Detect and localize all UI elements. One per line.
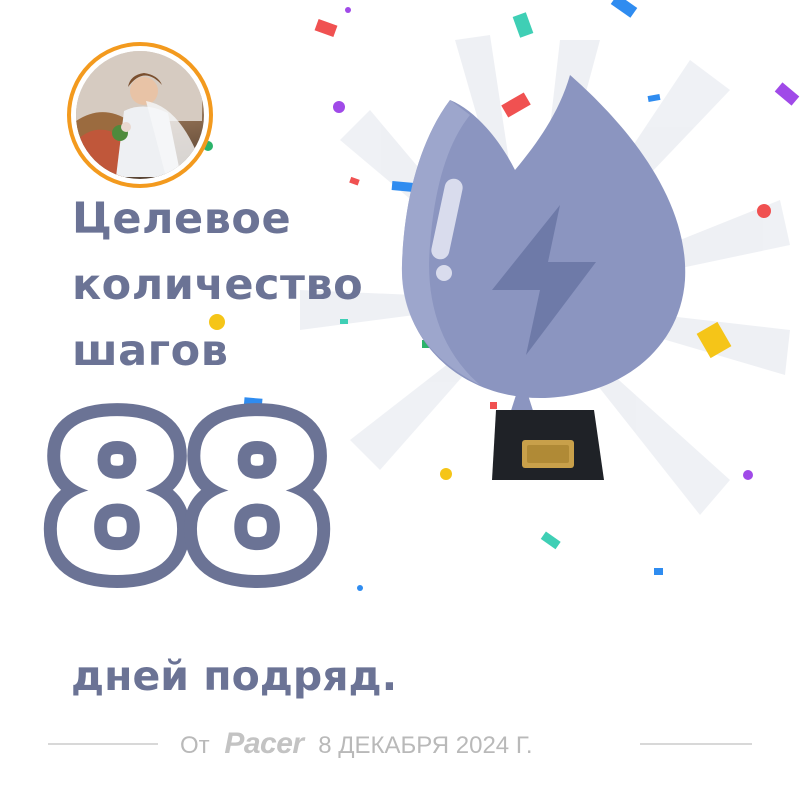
pacer-logo: Pacer [224, 727, 304, 760]
title-line-2: количество [72, 260, 364, 310]
footer-divider-left [48, 743, 158, 745]
footer-date: 8 ДЕКАБРЯ 2024 Г. [318, 732, 533, 759]
goal-title: Целевое количество шагов [72, 186, 363, 384]
footer-text: От Pacer 8 ДЕКАБРЯ 2024 Г. [180, 724, 533, 764]
avatar-photo [76, 51, 204, 179]
footer-prefix: От [180, 732, 210, 759]
user-avatar [67, 42, 213, 188]
title-line-1: Целевое [72, 194, 292, 244]
footer-attribution: От Pacer 8 ДЕКАБРЯ 2024 Г. [0, 724, 800, 764]
title-line-3: шагов [72, 326, 229, 376]
streak-subtitle: дней подряд. [71, 652, 398, 700]
footer-divider-right [640, 743, 752, 745]
streak-count: 88 [31, 377, 343, 623]
avatar-illustration [76, 51, 202, 177]
